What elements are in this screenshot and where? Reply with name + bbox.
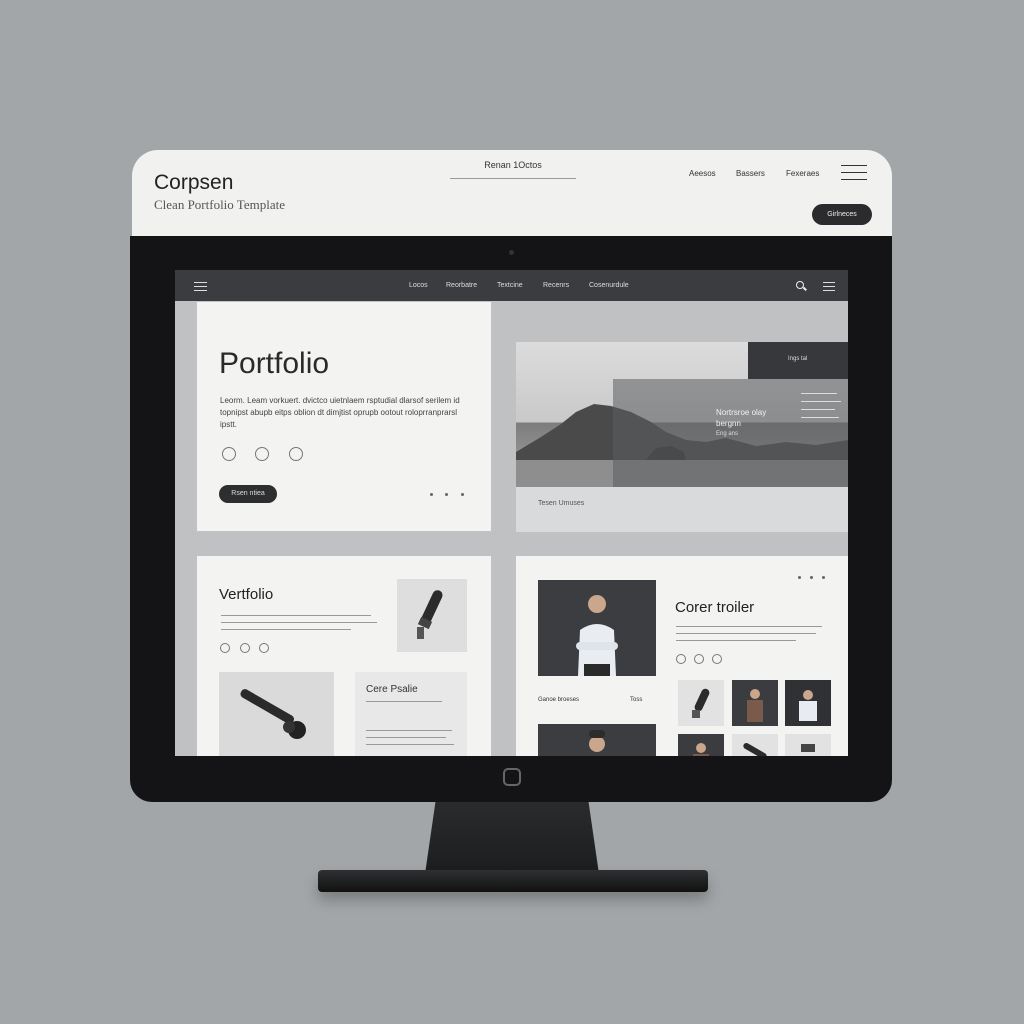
team-label: Toss — [630, 697, 643, 703]
hero-body: Leorm. Leam vorkuert. dvictco uietnlaem … — [220, 396, 460, 429]
thumbnail[interactable] — [732, 680, 778, 726]
monitor-screen: Locos Reorbatre Textcine Recenrs Cosenur… — [175, 270, 848, 756]
download-icon[interactable] — [289, 447, 303, 461]
screen-nav-item[interactable]: Reorbatre — [446, 282, 477, 289]
feature-tag: Ings tal — [748, 342, 848, 379]
header-nav-item[interactable]: Aeesos — [689, 169, 716, 178]
menu-icon[interactable] — [194, 282, 207, 291]
circle-icon[interactable] — [220, 643, 230, 653]
thumbnail[interactable] — [785, 734, 831, 756]
feature-tag-label: Ings tal — [788, 356, 808, 362]
carousel-dot[interactable] — [430, 493, 433, 496]
monitor-base — [318, 870, 708, 892]
monitor-stand — [425, 802, 599, 874]
hero-card: Portfolio Leorm. Leam vorkuert. dvictco … — [197, 302, 491, 531]
overlay-panel: Nortrsroe olay bergnn Eng ans — [613, 379, 848, 487]
team-label: Ganoe broeses — [538, 697, 580, 703]
header-nav-item[interactable]: Fexeraes — [786, 169, 819, 178]
carousel-dot[interactable] — [445, 493, 448, 496]
menu-icon[interactable] — [823, 282, 835, 291]
portfolio-card: Vertfolio Cere Psalie — [197, 556, 491, 756]
feature-caption: Tesen Umuses — [538, 500, 585, 507]
circle-icon[interactable] — [255, 447, 269, 461]
screen-nav-item[interactable]: Cosenurdule — [589, 282, 629, 289]
carousel-dot[interactable] — [798, 576, 801, 579]
person-photo — [538, 580, 656, 676]
product-image — [219, 672, 334, 756]
thumbnail[interactable] — [678, 680, 724, 726]
circle-icon[interactable] — [694, 654, 704, 664]
circle-icon[interactable] — [240, 643, 250, 653]
sub-card-title: Cere Psalie — [366, 684, 418, 695]
header-cta-button[interactable]: Girlneces — [812, 204, 872, 225]
carousel-dot[interactable] — [461, 493, 464, 496]
circle-icon[interactable] — [259, 643, 269, 653]
brand-title: Corpsen — [154, 171, 234, 194]
home-button-icon[interactable] — [503, 768, 521, 786]
sub-card: Cere Psalie — [355, 672, 467, 756]
thumbnail[interactable] — [785, 680, 831, 726]
team-card: Corer troiler Ganoe broeses Toss — [516, 556, 848, 756]
brand-tagline: Clean Portfolio Template — [154, 197, 285, 212]
camera-icon — [509, 250, 514, 255]
card-title: Vertfolio — [219, 586, 274, 603]
carousel-dot[interactable] — [810, 576, 813, 579]
header-nav-item[interactable]: Bassers — [736, 169, 765, 178]
circle-icon[interactable] — [676, 654, 686, 664]
thumbnail[interactable] — [732, 734, 778, 756]
product-image — [397, 579, 467, 652]
person-photo — [538, 724, 656, 756]
feature-card: Nortrsroe olay bergnn Eng ans Ings tal T… — [516, 342, 848, 532]
overlay-subtitle: Eng ans — [716, 431, 739, 437]
card-title: Corer troiler — [675, 599, 755, 616]
info-icon[interactable] — [222, 447, 236, 461]
search-icon[interactable] — [796, 281, 804, 289]
header-center-link[interactable]: Renan 1Octos — [450, 160, 576, 179]
carousel-dot[interactable] — [822, 576, 825, 579]
overlay-title: Nortrsroe olay bergnn — [716, 408, 767, 428]
screen-nav-item[interactable]: Textcine — [497, 282, 523, 289]
hero-button[interactable]: Rsen ntiea — [219, 485, 277, 503]
thumbnail[interactable] — [678, 734, 724, 756]
screen-nav-item[interactable]: Locos — [409, 282, 428, 289]
hero-title: Portfolio — [219, 347, 330, 380]
screen-nav-item[interactable]: Recenrs — [543, 282, 569, 289]
circle-icon[interactable] — [712, 654, 722, 664]
hamburger-menu-icon[interactable] — [841, 165, 867, 181]
